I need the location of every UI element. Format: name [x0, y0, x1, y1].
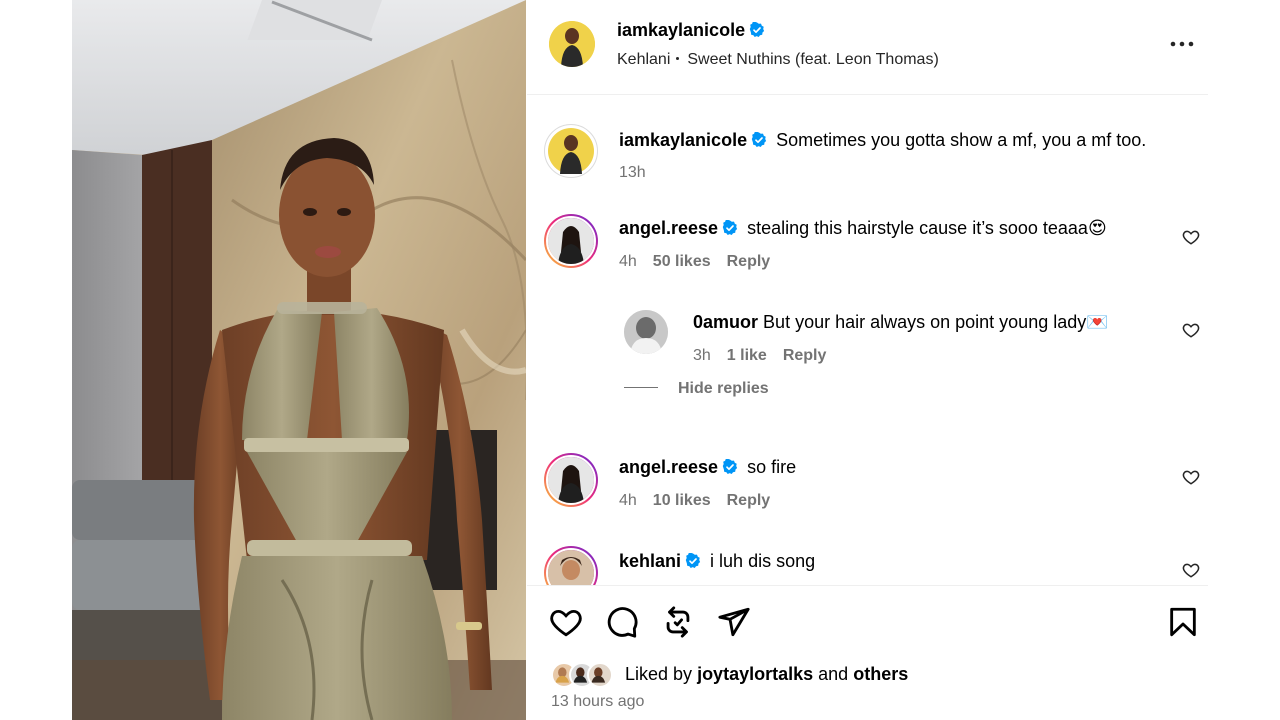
- verified-badge-icon: [685, 553, 701, 568]
- comment-text: stealing this hairstyle cause it’s sooo …: [747, 218, 1107, 238]
- reply-item: 0amuor But your hair always on point you…: [527, 308, 1208, 408]
- comment-time: 4h: [619, 492, 637, 509]
- comment-avatar-image: [546, 216, 596, 266]
- liked-by-and: and: [818, 664, 849, 684]
- owner-username-row: iamkaylanicole: [617, 20, 765, 41]
- comment-text-row: kehlani i luh dis song: [619, 550, 815, 572]
- comment-item: kehlani i luh dis song: [527, 546, 1208, 585]
- reply-like-heart-icon[interactable]: [1182, 321, 1200, 339]
- comments-list[interactable]: iamkaylanicole Sometimes you gotta show …: [527, 96, 1208, 585]
- liked-by-others[interactable]: others: [853, 664, 908, 684]
- more-options-icon[interactable]: [1169, 32, 1195, 56]
- caption-text: Sometimes you gotta show a mf, you a mf …: [776, 130, 1147, 150]
- reply-button[interactable]: Reply: [727, 492, 771, 509]
- reply-button[interactable]: Reply: [783, 347, 827, 364]
- caption-time: 13h: [619, 164, 646, 181]
- post-actions: Liked by joytaylortalks and others 13 ho…: [527, 585, 1208, 720]
- heart-icon[interactable]: [549, 605, 583, 639]
- comment-meta: 4h 10 likes Reply: [619, 492, 786, 510]
- liked-by-avatars[interactable]: [551, 662, 621, 690]
- post-details-panel: iamkaylanicole Kehlani Sweet Nuthins (fea…: [527, 0, 1208, 720]
- music-track: Sweet Nuthins (feat. Leon Thomas): [687, 51, 939, 68]
- reply-button[interactable]: Reply: [727, 253, 771, 270]
- owner-avatar-image: [549, 21, 595, 67]
- comment-avatar[interactable]: [544, 214, 598, 268]
- caption: iamkaylanicole Sometimes you gotta show …: [527, 96, 1208, 186]
- bookmark-icon[interactable]: [1166, 605, 1200, 639]
- reply-meta: 3h 1 like Reply: [693, 347, 842, 365]
- comment-avatar-image: [546, 455, 596, 505]
- comment-time: 4h: [619, 253, 637, 270]
- music-artist: Kehlani: [617, 51, 671, 68]
- post-photo[interactable]: [72, 0, 526, 720]
- reply-text-row: 0amuor But your hair always on point you…: [693, 311, 1109, 333]
- comment-likes[interactable]: 50 likes: [653, 253, 711, 270]
- post-header: iamkaylanicole Kehlani Sweet Nuthins (fea…: [527, 0, 1208, 95]
- comment-username[interactable]: angel.reese: [619, 218, 718, 238]
- verified-badge-icon: [722, 220, 738, 235]
- comment-text-row: angel.reese so fire: [619, 456, 796, 478]
- comment-text: so fire: [747, 457, 797, 477]
- instagram-post-view: iamkaylanicole Kehlani Sweet Nuthins (fea…: [0, 0, 1280, 720]
- liked-by-text: Liked by joytaylortalks and others: [625, 664, 908, 685]
- hide-replies-button[interactable]: Hide replies: [624, 380, 769, 398]
- comment-avatar-image: [546, 548, 596, 585]
- post-image: [72, 0, 526, 720]
- reply-likes[interactable]: 1 like: [727, 347, 767, 364]
- music-info[interactable]: Kehlani Sweet Nuthins (feat. Leon Thomas): [617, 51, 939, 69]
- comment-like-heart-icon[interactable]: [1182, 468, 1200, 486]
- separator-dot: [676, 57, 680, 60]
- verified-badge-icon: [749, 22, 765, 37]
- comment-username[interactable]: angel.reese: [619, 457, 718, 477]
- share-icon[interactable]: [717, 605, 751, 639]
- reply-time: 3h: [693, 347, 711, 364]
- caption-avatar-image: [548, 128, 594, 174]
- caption-username[interactable]: iamkaylanicole: [619, 130, 747, 150]
- comment-like-heart-icon[interactable]: [1182, 228, 1200, 246]
- comment-like-heart-icon[interactable]: [1182, 561, 1200, 579]
- comment-likes[interactable]: 10 likes: [653, 492, 711, 509]
- hide-replies-label: Hide replies: [678, 380, 769, 397]
- comment-avatar[interactable]: [544, 546, 598, 585]
- comment-item: angel.reese stealing this hairstyle caus…: [527, 214, 1208, 284]
- comment-icon[interactable]: [605, 605, 639, 639]
- caption-text-row: iamkaylanicole Sometimes you gotta show …: [619, 129, 1146, 151]
- reply-avatar[interactable]: [624, 310, 668, 354]
- comment-text-row: angel.reese stealing this hairstyle caus…: [619, 217, 1107, 239]
- liked-by-user[interactable]: joytaylortalks: [697, 664, 813, 684]
- reply-avatar-image: [624, 310, 668, 354]
- repost-icon[interactable]: [661, 605, 695, 639]
- verified-badge-icon: [751, 132, 767, 147]
- liked-by-avatar: [587, 662, 613, 688]
- owner-username[interactable]: iamkaylanicole: [617, 20, 745, 40]
- liked-by-prefix: Liked by: [625, 664, 693, 684]
- comment-meta: 4h 50 likes Reply: [619, 253, 786, 271]
- comment-username[interactable]: kehlani: [619, 551, 681, 571]
- comment-text: i luh dis song: [710, 551, 816, 571]
- reply-text: But your hair always on point young lady…: [763, 312, 1109, 332]
- comment-item: angel.reese so fire 4h 10 likes Reply: [527, 453, 1208, 523]
- owner-avatar[interactable]: [549, 21, 595, 67]
- caption-meta: 13h: [619, 164, 662, 182]
- caption-avatar[interactable]: [544, 124, 598, 178]
- comment-avatar[interactable]: [544, 453, 598, 507]
- post-timestamp[interactable]: 13 hours ago: [551, 693, 644, 711]
- verified-badge-icon: [722, 459, 738, 474]
- hide-replies-line: [624, 387, 658, 388]
- reply-username[interactable]: 0amuor: [693, 312, 758, 332]
